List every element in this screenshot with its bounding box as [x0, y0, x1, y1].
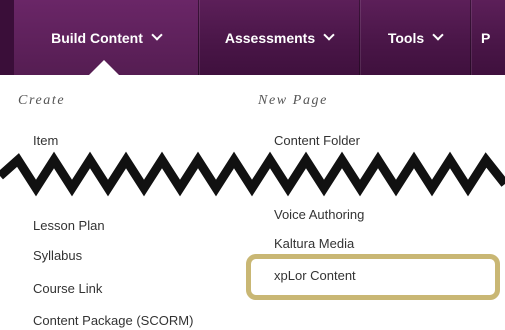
chevron-down-icon: [432, 29, 444, 41]
menubar-left-edge: [0, 0, 14, 75]
tab-partial-label: P: [481, 29, 491, 46]
create-heading: Create: [18, 93, 66, 108]
tab-tools-label: Tools: [387, 29, 425, 46]
chevron-down-icon: [151, 29, 163, 41]
tab-partial[interactable]: P: [470, 0, 505, 75]
chevron-down-icon: [323, 29, 335, 41]
menu-item-xplor-content[interactable]: xpLor Content: [274, 268, 356, 283]
tab-build-content-label: Build Content: [51, 29, 143, 46]
menu-item-lesson-plan[interactable]: Lesson Plan: [33, 218, 105, 233]
menu-item-kaltura-media[interactable]: Kaltura Media: [274, 236, 354, 251]
tab-assessments-label: Assessments: [224, 29, 316, 46]
menu-item-content-package-scorm[interactable]: Content Package (SCORM): [33, 313, 193, 328]
menu-item-syllabus[interactable]: Syllabus: [33, 248, 82, 263]
dropdown-pointer: [88, 60, 120, 75]
menu-item-course-link[interactable]: Course Link: [33, 281, 102, 296]
tab-assessments[interactable]: Assessments: [198, 0, 359, 75]
new-page-heading: New Page: [258, 93, 328, 108]
menu-item-item[interactable]: Item: [33, 133, 58, 148]
tab-tools[interactable]: Tools: [359, 0, 470, 75]
torn-edge-separator: [0, 151, 505, 197]
menu-item-voice-authoring[interactable]: Voice Authoring: [274, 207, 364, 222]
menu-item-content-folder[interactable]: Content Folder: [274, 133, 360, 148]
course-menu-bar: Build Content Assessments Tools P: [0, 0, 505, 75]
